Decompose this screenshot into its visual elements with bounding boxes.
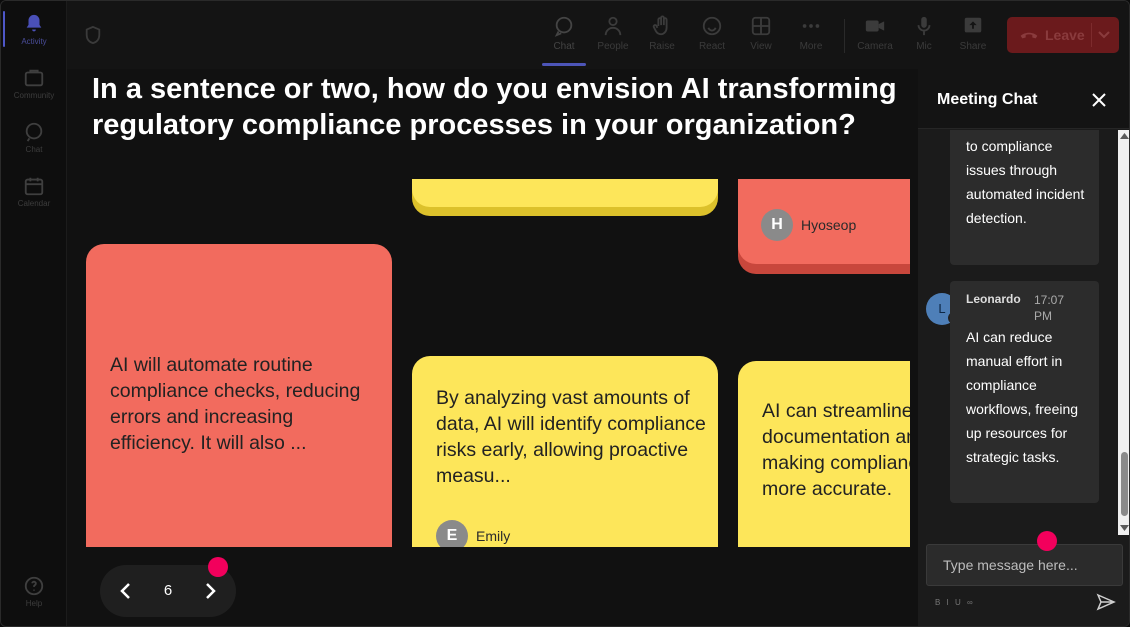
rail-label: Calendar — [17, 199, 51, 208]
message-input[interactable] — [926, 544, 1123, 586]
more-button[interactable]: More — [788, 13, 834, 59]
calendar-icon — [24, 177, 44, 196]
chevron-left-icon[interactable] — [114, 579, 138, 603]
rail-label: Activity — [21, 37, 47, 46]
mic-label: Mic — [916, 41, 932, 52]
response-text: AI will automate routine compliance chec… — [110, 354, 361, 454]
bell-icon — [26, 14, 42, 32]
meeting-toolbar: Chat People Raise React View More Camera — [67, 1, 1129, 69]
chat-title: Meeting Chat — [937, 91, 1038, 108]
chat-message: to compliance issues through automated i… — [950, 130, 1099, 265]
share-button[interactable]: Share — [950, 13, 996, 59]
chat-header: Meeting Chat — [918, 69, 1129, 129]
chat-icon — [554, 16, 573, 37]
rail-label: Help — [25, 599, 43, 608]
chat-scrollbar[interactable] — [1118, 130, 1129, 535]
response-card[interactable]: AI can streamline documentation and repo… — [738, 361, 910, 547]
toolbar-divider — [844, 19, 845, 53]
people-button[interactable]: People — [590, 13, 636, 59]
hand-icon — [652, 15, 668, 36]
author-name: Hyoseop — [801, 217, 857, 233]
microphone-icon — [917, 16, 931, 36]
hang-up-icon — [1020, 32, 1038, 39]
message-text: to compliance issues through automated i… — [966, 138, 1085, 226]
page-number: 6 — [163, 582, 173, 599]
rail-item-chat[interactable]: Chat — [1, 113, 67, 165]
raise-label: Raise — [649, 41, 675, 52]
rail-item-calendar[interactable]: Calendar — [1, 167, 67, 219]
message-author: Leonardo — [966, 292, 1021, 306]
chevron-down-icon[interactable] — [1097, 29, 1111, 41]
author-avatar: H — [761, 209, 793, 241]
scrollbar-thumb[interactable] — [1121, 452, 1128, 516]
rail-item-activity[interactable]: Activity — [1, 5, 67, 57]
response-card[interactable]: H Hyoseop — [738, 179, 910, 264]
scroll-down-icon[interactable] — [1120, 524, 1129, 532]
pointer-marker — [208, 557, 228, 577]
camera-icon — [865, 20, 885, 32]
smiley-icon — [702, 16, 722, 36]
rail-item-help[interactable]: Help — [1, 567, 67, 619]
chat-messages: to compliance issues through automated i… — [918, 130, 1118, 535]
rail-label: Chat — [25, 145, 43, 154]
question-heading: In a sentence or two, how do you envisio… — [92, 73, 897, 141]
author-avatar: E — [436, 520, 468, 547]
app-window: Activity Community Chat Calendar Help Ch… — [0, 0, 1130, 627]
grid-icon — [751, 16, 771, 36]
rail-item-community[interactable]: Community — [1, 59, 67, 111]
community-icon — [24, 69, 44, 87]
share-screen-icon — [964, 17, 982, 33]
chat-label: Chat — [553, 41, 575, 52]
response-card[interactable] — [412, 179, 718, 207]
react-button[interactable]: React — [689, 13, 735, 59]
shield-icon — [85, 25, 101, 45]
author-name: Emily — [476, 528, 511, 544]
message-time: 17:07 PM — [1034, 293, 1065, 323]
more-label: More — [799, 41, 823, 52]
mic-button[interactable]: Mic — [901, 13, 947, 59]
people-icon — [604, 16, 622, 36]
ellipsis-icon — [802, 24, 820, 28]
response-text: AI can streamline documentation and repo… — [762, 400, 910, 500]
chevron-right-icon[interactable] — [198, 579, 222, 603]
view-button[interactable]: View — [738, 13, 784, 59]
chat-message: Leonardo 17:07 PM AI can reduce manual e… — [950, 281, 1099, 503]
format-toolbar[interactable]: B I U ∞ — [935, 598, 975, 607]
scroll-up-icon[interactable] — [1120, 132, 1129, 140]
people-label: People — [597, 41, 629, 52]
response-card[interactable]: AI will automate routine compliance chec… — [86, 244, 392, 547]
left-rail: Activity Community Chat Calendar Help — [1, 1, 67, 626]
react-label: React — [698, 41, 726, 52]
leave-button[interactable]: Leave — [1007, 17, 1119, 53]
response-board: H Hyoseop AI will automate routine compl… — [67, 179, 910, 547]
camera-label: Camera — [857, 41, 893, 52]
chat-active-indicator — [542, 63, 586, 66]
chat-bubble-icon — [25, 122, 43, 142]
view-label: View — [750, 41, 772, 52]
share-label: Share — [959, 41, 987, 52]
close-icon[interactable] — [1090, 91, 1108, 109]
help-icon — [24, 576, 44, 596]
message-text: AI can reduce manual effort in complianc… — [966, 329, 1079, 465]
rail-label: Community — [13, 91, 55, 100]
leave-divider — [1091, 23, 1092, 47]
response-card[interactable]: By analyzing vast amounts of data, AI wi… — [412, 356, 718, 547]
pointer-marker — [1037, 531, 1057, 551]
meeting-chat-panel: Meeting Chat to compliance issues throug… — [918, 69, 1129, 626]
chat-button[interactable]: Chat — [541, 13, 587, 59]
raise-hand-button[interactable]: Raise — [639, 13, 685, 59]
response-text: By analyzing vast amounts of data, AI wi… — [436, 387, 706, 487]
leave-label: Leave — [1045, 27, 1085, 43]
send-icon[interactable] — [1096, 593, 1116, 611]
camera-button[interactable]: Camera — [852, 13, 898, 59]
